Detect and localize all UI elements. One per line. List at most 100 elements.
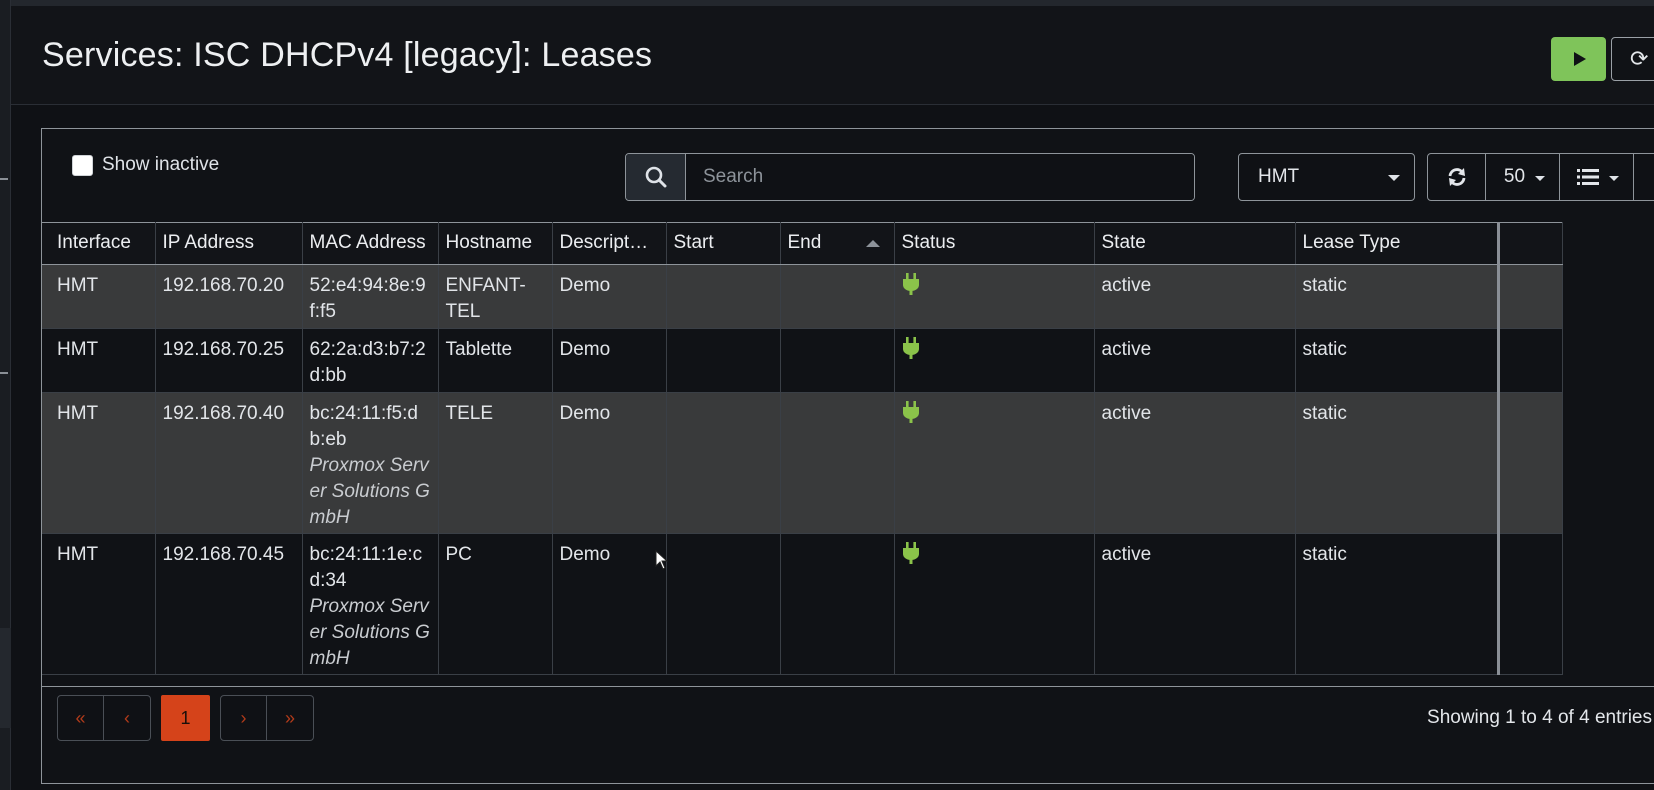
interface-select[interactable]: HMT	[1238, 153, 1415, 201]
cell-filler	[1498, 533, 1563, 675]
table-header-row: Interface IP Address MAC Address Hostnam…	[42, 222, 1563, 265]
more-button[interactable]	[1634, 153, 1654, 201]
cell-lease-type: static	[1295, 392, 1500, 534]
cell-hostname: PC	[438, 533, 553, 675]
cell-state: active	[1094, 264, 1296, 329]
cell-start	[666, 264, 781, 329]
column-header-start[interactable]: Start	[666, 222, 781, 265]
plug-icon	[902, 337, 919, 367]
cell-description: Demo	[552, 392, 667, 534]
last-page-button[interactable]: »	[267, 695, 314, 741]
table-actions: 50	[1427, 153, 1654, 201]
column-header-interface[interactable]: Interface	[42, 222, 156, 265]
chevron-down-icon	[1609, 176, 1619, 181]
cell-ip-address: 192.168.70.40	[155, 392, 303, 534]
cell-status	[894, 328, 1095, 393]
restart-service-button[interactable]: ⟳	[1611, 37, 1654, 81]
list-icon	[1576, 169, 1599, 185]
show-inactive-checkbox[interactable]	[72, 154, 93, 176]
cell-status	[894, 533, 1095, 675]
cell-mac-address: 52:e4:94:8e:9f:f5	[302, 264, 439, 329]
columns-dropdown[interactable]	[1560, 153, 1634, 201]
cell-filler	[1498, 392, 1563, 534]
cell-lease-type: static	[1295, 264, 1500, 329]
cell-ip-address: 192.168.70.45	[155, 533, 303, 675]
mac-vendor: Proxmox Server Solutions GmbH	[309, 455, 430, 528]
show-inactive-toggle[interactable]: Show inactive	[72, 154, 219, 176]
cell-description: Demo	[552, 264, 667, 329]
first-page-button[interactable]: «	[57, 695, 104, 741]
show-inactive-label: Show inactive	[102, 154, 220, 175]
cell-ip-address: 192.168.70.25	[155, 328, 303, 393]
table-row: HMT 192.168.70.40 bc:24:11:f5:db:eb Proxm…	[42, 392, 1563, 534]
cell-state: active	[1094, 392, 1296, 534]
table-row: HMT 192.168.70.20 52:e4:94:8e:9f:f5 ENFA…	[42, 264, 1563, 329]
next-page-button[interactable]: ›	[220, 695, 267, 741]
prev-page-button[interactable]: ‹	[104, 695, 151, 741]
column-header-state[interactable]: State	[1094, 222, 1296, 265]
cell-end	[780, 328, 895, 393]
column-header-ip-address[interactable]: IP Address	[155, 222, 303, 265]
cell-interface: HMT	[42, 328, 156, 393]
plug-icon	[902, 401, 919, 431]
leases-panel: Show inactive HMT 50	[41, 128, 1654, 784]
mac-value: 52:e4:94:8e:9f:f5	[309, 275, 426, 322]
cell-mac-address: bc:24:11:1e:cd:34 Proxmox Server Solution…	[302, 533, 439, 675]
cell-start	[666, 392, 781, 534]
cell-description: Demo	[552, 328, 667, 393]
search-box	[625, 153, 1195, 201]
leases-table: Interface IP Address MAC Address Hostnam…	[42, 222, 1654, 675]
chevron-down-icon	[1535, 176, 1545, 181]
interface-select-value: HMT	[1258, 166, 1300, 187]
plug-icon	[902, 273, 919, 303]
cell-interface: HMT	[42, 533, 156, 675]
column-header-end-label: End	[787, 232, 822, 253]
search-icon	[626, 154, 686, 200]
cell-description: Demo	[552, 533, 667, 675]
column-header-lease-type[interactable]: Lease Type	[1295, 222, 1500, 265]
page-size-value: 50	[1503, 166, 1526, 187]
cell-lease-type: static	[1295, 533, 1500, 675]
cell-end	[780, 533, 895, 675]
refresh-icon	[1448, 168, 1465, 186]
cell-end	[780, 264, 895, 329]
column-header-filler	[1498, 222, 1563, 265]
page-header: Services: ISC DHCPv4 [legacy]: Leases ⟳	[11, 6, 1654, 105]
refresh-button[interactable]	[1427, 153, 1486, 201]
sidebar-stub	[0, 372, 8, 374]
page-size-dropdown[interactable]: 50	[1486, 153, 1560, 201]
cell-filler	[1498, 328, 1563, 393]
cell-state: active	[1094, 328, 1296, 393]
cell-interface: HMT	[42, 392, 156, 534]
table-row: HMT 192.168.70.45 bc:24:11:1e:cd:34 Proxm…	[42, 533, 1563, 675]
cell-lease-type: static	[1295, 328, 1500, 393]
page-title: Services: ISC DHCPv4 [legacy]: Leases	[42, 36, 653, 74]
cell-ip-address: 192.168.70.20	[155, 264, 303, 329]
mouse-cursor-icon	[655, 550, 669, 570]
cell-hostname: Tablette	[438, 328, 553, 393]
column-header-description[interactable]: Descript…	[552, 222, 667, 265]
entries-info: Showing 1 to 4 of 4 entries	[1427, 707, 1652, 728]
sidebar-stub	[0, 178, 8, 180]
column-header-hostname[interactable]: Hostname	[438, 222, 553, 265]
cell-end	[780, 392, 895, 534]
plug-icon	[902, 542, 919, 572]
column-header-status[interactable]: Status	[894, 222, 1095, 265]
mac-value: bc:24:11:1e:cd:34	[309, 544, 423, 591]
chevron-down-icon	[1388, 175, 1400, 181]
page-1-button[interactable]: 1	[161, 695, 210, 741]
play-icon	[1573, 52, 1586, 66]
mac-vendor: Proxmox Server Solutions GmbH	[309, 596, 430, 669]
cell-hostname: ENFANT-TEL	[438, 264, 553, 329]
cell-filler	[1498, 264, 1563, 329]
sort-ascending-icon	[865, 240, 880, 247]
column-header-end[interactable]: End	[780, 222, 895, 265]
start-service-button[interactable]	[1551, 37, 1606, 81]
cell-status	[894, 264, 1095, 329]
cell-mac-address: bc:24:11:f5:db:eb Proxmox Server Solution…	[302, 392, 439, 534]
column-header-mac-address[interactable]: MAC Address	[302, 222, 439, 265]
cell-mac-address: 62:2a:d3:b7:2d:bb	[302, 328, 439, 393]
cell-status	[894, 392, 1095, 534]
search-input[interactable]	[686, 154, 1194, 200]
sidebar-active-item[interactable]	[0, 628, 11, 728]
